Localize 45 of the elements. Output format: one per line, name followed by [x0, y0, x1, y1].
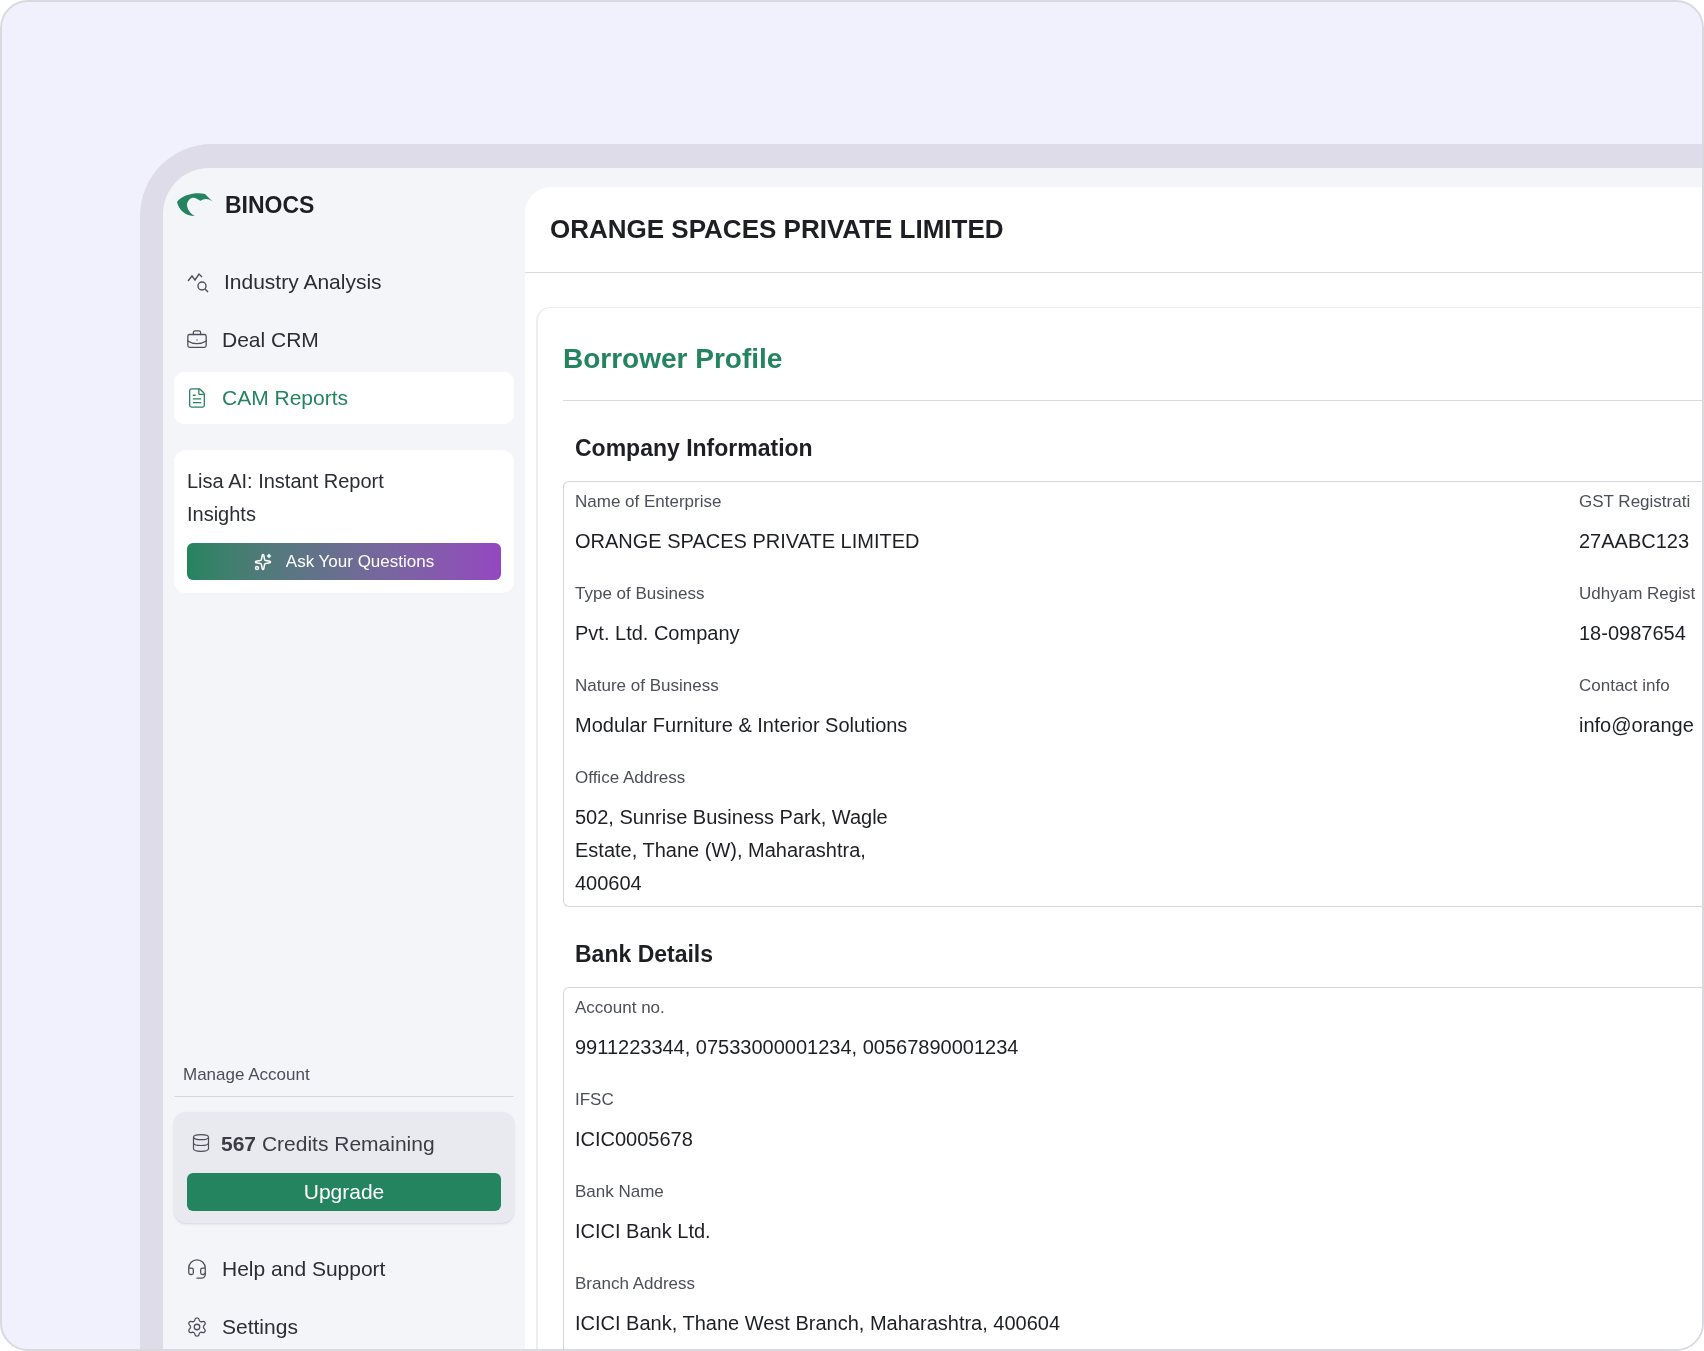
- logo-icon: [175, 192, 215, 218]
- field-label: IFSC: [575, 1089, 615, 1111]
- field-label: Office Address: [575, 767, 687, 789]
- field-label: Contact info: [1579, 675, 1671, 697]
- field-label: Type of Business: [575, 583, 706, 605]
- field-label: Nature of Business: [575, 675, 720, 697]
- field-value: Pvt. Ltd. Company: [575, 621, 741, 646]
- section-title: Borrower Profile: [563, 338, 1702, 401]
- briefcase-icon: [186, 329, 208, 351]
- field-label: GST Registrati: [1579, 491, 1692, 513]
- field-value: info@orange: [1579, 713, 1695, 738]
- nav-item[interactable]: Settings: [174, 1301, 514, 1349]
- page-title: ORANGE SPACES PRIVATE LIMITED: [550, 213, 1004, 246]
- field-value: 502, Sunrise Business Park, Wagle Estate, Thane (W), Maharashtra, 400604: [575, 805, 889, 896]
- field-value: ICIC0005678: [575, 1127, 694, 1152]
- database-icon: [191, 1133, 211, 1154]
- nav-item[interactable]: CAM Reports: [174, 372, 514, 424]
- assistant-title: Lisa AI: Instant Report Insights: [187, 469, 385, 527]
- nav-item[interactable]: Help and Support: [174, 1243, 514, 1295]
- upgrade-button[interactable]: Upgrade: [187, 1173, 501, 1211]
- settings-icon: [186, 1316, 208, 1338]
- ask-questions-button[interactable]: Ask Your Questions: [187, 543, 501, 580]
- nav-item[interactable]: Deal CRM: [174, 314, 514, 366]
- field-value: 27AABC123: [1579, 529, 1691, 554]
- field-label: Account no.: [575, 997, 666, 1019]
- nav-item[interactable]: Industry Analysis: [174, 256, 514, 308]
- field-value: ICICI Bank Ltd.: [575, 1219, 712, 1244]
- chart-search-icon: [186, 270, 210, 294]
- field-label: Bank Name: [575, 1181, 665, 1203]
- field-value: Modular Furniture & Interior Solutions: [575, 713, 909, 738]
- document-icon: [186, 387, 208, 409]
- field-value: ICICI Bank, Thane West Branch, Maharashtra, 400604: [575, 1311, 1062, 1336]
- field-label: Branch Address: [575, 1273, 696, 1295]
- group-title: Company Information: [574, 434, 814, 463]
- credits-remaining: 567 Credits Remaining: [221, 1130, 435, 1157]
- field-label: Udhyam Regist: [1579, 583, 1697, 605]
- field-label: Name of Enterprise: [575, 491, 723, 513]
- brand-name: BINOCS: [225, 190, 315, 220]
- section-heading: Manage Account: [174, 1062, 514, 1097]
- field-value: ORANGE SPACES PRIVATE LIMITED: [575, 529, 921, 554]
- field-value: 18-0987654: [1579, 621, 1687, 646]
- sparkle-icon: [253, 552, 272, 571]
- headset-icon: [186, 1258, 208, 1280]
- group-title: Bank Details: [574, 940, 715, 969]
- field-value: 9911223344, 07533000001234, 00567890001234: [575, 1035, 1020, 1060]
